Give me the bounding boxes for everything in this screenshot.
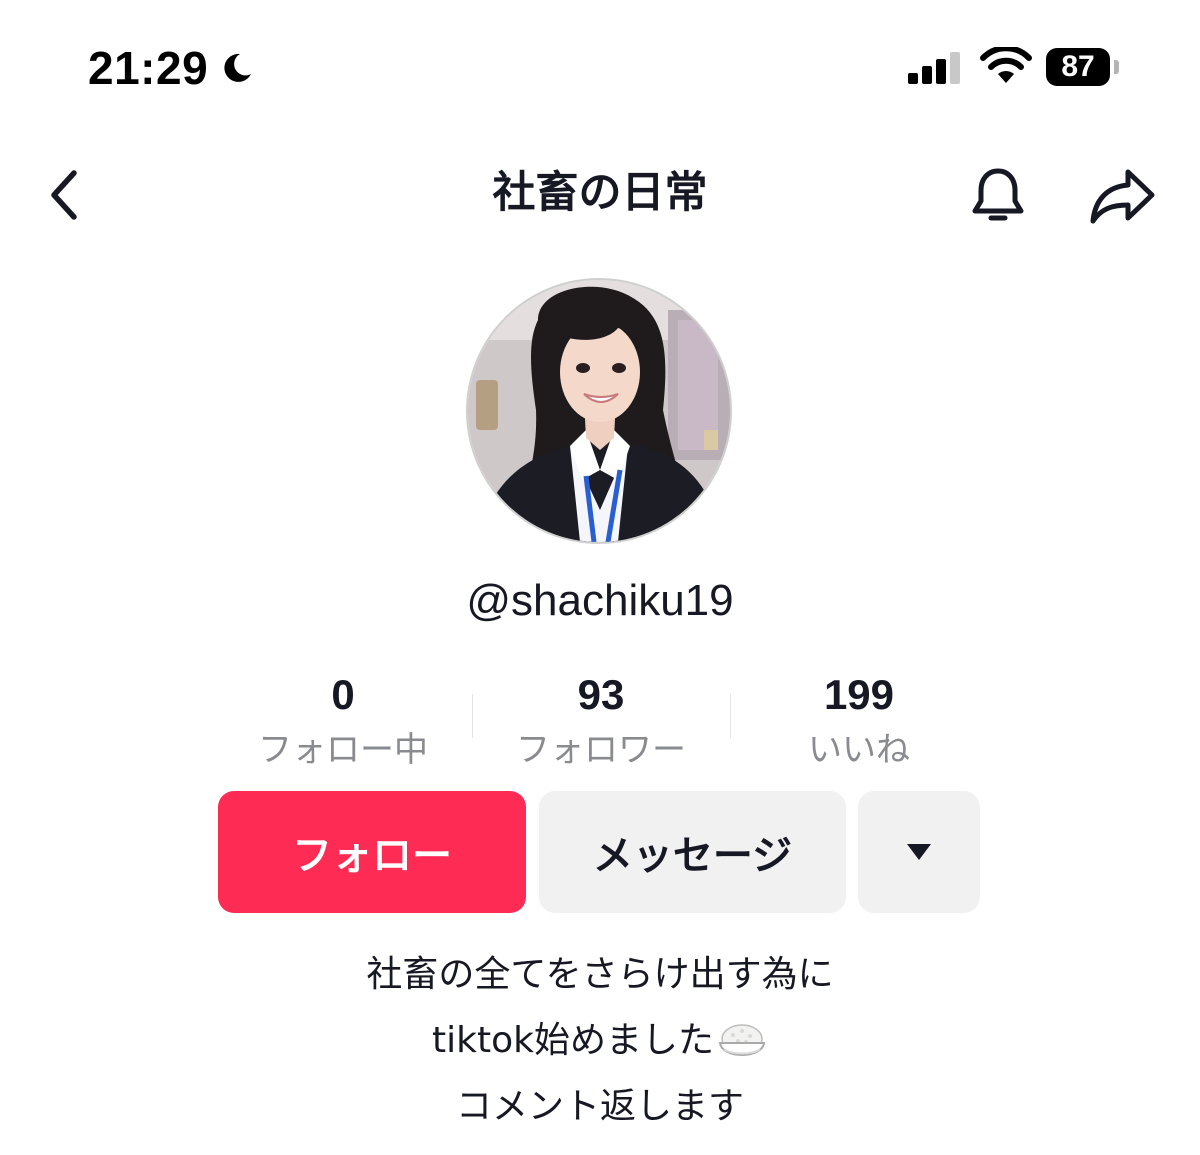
back-button[interactable] — [36, 162, 92, 228]
message-button[interactable]: メッセージ — [539, 791, 846, 913]
status-bar: 21:29 87 — [0, 0, 1200, 140]
profile-header: 社畜の日常 — [0, 140, 1200, 250]
message-button-label: メッセージ — [592, 833, 793, 879]
stat-value: 199 — [823, 671, 895, 718]
battery-level: 87 — [1061, 50, 1095, 83]
status-time-group: 21:29 — [88, 40, 254, 96]
battery-icon: 87 — [1046, 48, 1110, 86]
avatar[interactable] — [466, 278, 732, 544]
bio-line-2: tiktok始めました — [432, 1020, 714, 1061]
follow-button[interactable]: フォロー — [218, 791, 526, 913]
chevron-left-icon — [51, 170, 77, 220]
more-options-button[interactable] — [858, 791, 980, 913]
stat-following[interactable]: 0 フォロー中 — [214, 668, 472, 776]
stat-likes[interactable]: 199 いいね — [730, 668, 988, 776]
bell-icon — [972, 168, 1024, 221]
stats-row: 0 フォロー中 93 フォロワー 199 いいね — [214, 668, 988, 778]
bio: 社畜の全てをさらけ出す為に tiktok始めました コメント返します — [200, 942, 1000, 1140]
follow-button-label: フォロー — [292, 833, 452, 879]
wifi-icon — [980, 47, 1032, 83]
status-time: 21:29 — [88, 42, 209, 94]
stat-label: フォロー中 — [258, 730, 428, 770]
stat-label: いいね — [808, 730, 910, 770]
stat-label: フォロワー — [516, 730, 686, 770]
username: @shachiku19 — [466, 576, 734, 625]
share-button[interactable] — [1082, 160, 1162, 232]
bio-line-2-wrap: tiktok始めました — [200, 1008, 1000, 1074]
bio-line-3: コメント返します — [455, 1086, 744, 1127]
share-arrow-icon — [1090, 169, 1155, 224]
stat-followers[interactable]: 93 フォロワー — [472, 668, 730, 776]
moon-icon — [224, 53, 252, 82]
page-title: 社畜の日常 — [492, 168, 708, 218]
bio-line-1: 社畜の全てをさらけ出す為に — [366, 954, 834, 995]
battery-tip — [1114, 60, 1119, 74]
cellular-signal-icon — [908, 52, 960, 84]
notification-bell-button[interactable] — [962, 160, 1034, 232]
rice-bowl-icon — [718, 1024, 766, 1056]
caret-down-icon — [907, 844, 931, 860]
stat-value: 93 — [577, 671, 625, 718]
stat-value: 0 — [331, 671, 355, 718]
avatar-photo — [468, 280, 730, 542]
